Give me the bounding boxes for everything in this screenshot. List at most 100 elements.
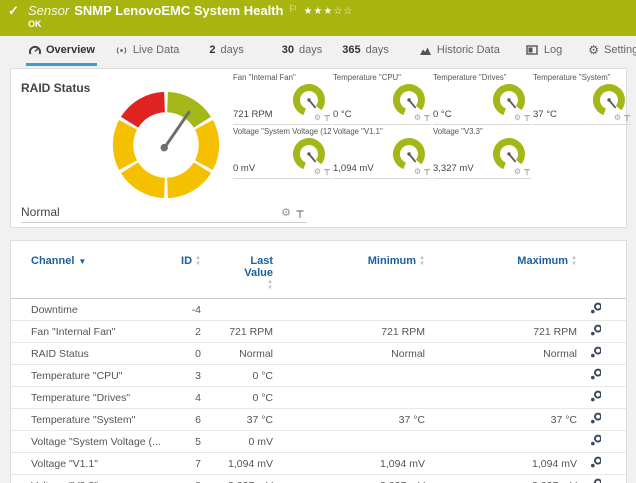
edit-channel-icon[interactable] bbox=[590, 302, 601, 314]
mini-gauge-fan-internal-fan: Fan "Internal Fan" 721 RPM ⚙ bbox=[233, 73, 331, 125]
edit-channel-icon[interactable] bbox=[590, 478, 601, 483]
table-row-temperature-drives: Temperature "Drives" 4 0 °C bbox=[11, 387, 626, 409]
pin-icon[interactable] bbox=[523, 168, 531, 176]
gauge-footer: Normal ⚙ bbox=[21, 203, 307, 223]
table-row-temperature-cpu: Temperature "CPU" 3 0 °C bbox=[11, 365, 626, 387]
table-header-row: Channel▼ ID▲▼ LastValue▲▼ Minimum▲▼ Maxi… bbox=[11, 241, 626, 299]
channel-name: Fan "Internal Fan" bbox=[31, 326, 171, 338]
gauge-settings-gear-icon[interactable]: ⚙ bbox=[314, 168, 321, 176]
pin-icon[interactable] bbox=[295, 209, 305, 219]
mini-gauge-value: 3,327 mV bbox=[433, 163, 474, 174]
mini-dial-icon bbox=[391, 82, 427, 118]
tab-365-days[interactable]: 365 days bbox=[340, 39, 391, 66]
mini-gauge-title: Voltage "V3.3" bbox=[433, 127, 531, 136]
edit-channel-icon[interactable] bbox=[590, 390, 601, 402]
tab-bar: Overview Live Data 2 days 30 days 365 da… bbox=[0, 36, 636, 66]
log-icon bbox=[526, 44, 539, 56]
pin-icon[interactable] bbox=[323, 168, 331, 176]
gauge-settings-gear-icon[interactable]: ⚙ bbox=[414, 168, 421, 176]
gear-icon: ⚙ bbox=[588, 44, 599, 56]
mini-dial-icon bbox=[491, 82, 527, 118]
prtg-sensor-page: ✓ SensorSNMP LenovoEMC System Health⚐★★★… bbox=[0, 0, 636, 483]
mini-gauge-title: Temperature "Drives" bbox=[433, 73, 531, 82]
tab-label: Live Data bbox=[133, 44, 179, 56]
channel-minimum: 721 RPM bbox=[273, 326, 425, 338]
pin-icon[interactable] bbox=[323, 114, 331, 122]
channel-id: 3 bbox=[171, 370, 201, 382]
mini-dial-icon bbox=[491, 136, 527, 172]
edit-channel-icon[interactable] bbox=[590, 368, 601, 380]
tab-settings[interactable]: ⚙ Settings bbox=[586, 39, 636, 66]
channel-last-value: 0 mV bbox=[201, 436, 273, 448]
flag-icon[interactable]: ⚐ bbox=[288, 4, 297, 15]
channel-minimum: 1,094 mV bbox=[273, 458, 425, 470]
mini-dial-icon bbox=[591, 82, 627, 118]
tab-label: Log bbox=[544, 44, 562, 56]
chart-icon bbox=[419, 44, 432, 56]
tab-live-data[interactable]: Live Data bbox=[113, 39, 181, 66]
mini-gauge-title: Temperature "CPU" bbox=[333, 73, 431, 82]
priority-stars[interactable]: ★★★☆☆ bbox=[303, 6, 353, 17]
tab-label: Historic Data bbox=[437, 44, 500, 56]
channel-id: 5 bbox=[171, 436, 201, 448]
column-header-maximum[interactable]: Maximum▲▼ bbox=[425, 255, 577, 267]
pin-icon[interactable] bbox=[623, 114, 631, 122]
channel-id: 0 bbox=[171, 348, 201, 360]
channel-name: Voltage "System Voltage (... bbox=[31, 436, 171, 448]
pin-icon[interactable] bbox=[523, 114, 531, 122]
gauge-settings-gear-icon[interactable]: ⚙ bbox=[314, 114, 321, 122]
channel-id: 2 bbox=[171, 326, 201, 338]
gauge-settings-gear-icon[interactable]: ⚙ bbox=[614, 114, 621, 122]
channel-last-value: 3,327 mV bbox=[201, 480, 273, 483]
tab-log[interactable]: Log bbox=[524, 39, 564, 66]
channel-last-value: Normal bbox=[201, 348, 273, 360]
gauge-icon bbox=[28, 44, 41, 56]
channel-name: Downtime bbox=[31, 304, 171, 316]
gauge-settings-gear-icon[interactable]: ⚙ bbox=[514, 168, 521, 176]
channel-last-value: 0 °C bbox=[201, 370, 273, 382]
column-header-channel[interactable]: Channel▼ bbox=[31, 255, 171, 267]
channel-minimum: 3,327 mV bbox=[273, 480, 425, 483]
gauge-settings-gear-icon[interactable]: ⚙ bbox=[414, 114, 421, 122]
edit-channel-icon[interactable] bbox=[590, 346, 601, 358]
sort-icon: ▲▼ bbox=[571, 255, 577, 267]
channel-name: Voltage "V3.3" bbox=[31, 480, 171, 483]
overview-gauges-panel: RAID Status Normal ⚙ Fan "Inter bbox=[10, 68, 627, 228]
pin-icon[interactable] bbox=[423, 114, 431, 122]
channel-maximum: 37 °C bbox=[425, 414, 577, 426]
mini-gauge-title: Fan "Internal Fan" bbox=[233, 73, 331, 82]
tab-label: Settings bbox=[604, 44, 636, 56]
mini-gauge-voltage-v1-1: Voltage "V1.1" 1,094 mV ⚙ bbox=[333, 127, 431, 179]
tab-30-days[interactable]: 30 days bbox=[280, 39, 325, 66]
mini-gauge-voltage-v3-3: Voltage "V3.3" 3,327 mV ⚙ bbox=[433, 127, 531, 179]
gauge-settings-gear-icon[interactable]: ⚙ bbox=[281, 208, 291, 219]
channel-id: 6 bbox=[171, 414, 201, 426]
mini-gauge-value: 0 mV bbox=[233, 163, 255, 174]
mini-dial-icon bbox=[291, 82, 327, 118]
edit-channel-icon[interactable] bbox=[590, 324, 601, 336]
tab-historic-data[interactable]: Historic Data bbox=[417, 39, 502, 66]
mini-gauge-temperature-drives: Temperature "Drives" 0 °C ⚙ bbox=[433, 73, 531, 125]
channel-name: Voltage "V1.1" bbox=[31, 458, 171, 470]
mini-gauge-voltage-system: Voltage "System Voltage (12... 0 mV ⚙ bbox=[233, 127, 331, 179]
channel-id: 4 bbox=[171, 392, 201, 404]
column-header-last-value[interactable]: LastValue▲▼ bbox=[201, 255, 273, 292]
column-header-minimum[interactable]: Minimum▲▼ bbox=[273, 255, 425, 267]
mini-dial-icon bbox=[391, 136, 427, 172]
channel-maximum: 721 RPM bbox=[425, 326, 577, 338]
tab-2-days[interactable]: 2 days bbox=[207, 39, 245, 66]
sensor-kind-label: Sensor bbox=[28, 3, 69, 18]
channel-maximum: Normal bbox=[425, 348, 577, 360]
tab-overview[interactable]: Overview bbox=[26, 39, 97, 66]
edit-channel-icon[interactable] bbox=[590, 412, 601, 424]
channel-id: -4 bbox=[171, 304, 201, 316]
table-row-voltage-v1-1: Voltage "V1.1" 7 1,094 mV 1,094 mV 1,094… bbox=[11, 453, 626, 475]
mini-gauge-value: 721 RPM bbox=[233, 109, 273, 120]
column-header-id[interactable]: ID▲▼ bbox=[171, 255, 201, 267]
sensor-ok-check-icon: ✓ bbox=[8, 3, 19, 19]
table-row-temperature-system: Temperature "System" 6 37 °C 37 °C 37 °C bbox=[11, 409, 626, 431]
gauge-settings-gear-icon[interactable]: ⚙ bbox=[514, 114, 521, 122]
edit-channel-icon[interactable] bbox=[590, 434, 601, 446]
pin-icon[interactable] bbox=[423, 168, 431, 176]
edit-channel-icon[interactable] bbox=[590, 456, 601, 468]
